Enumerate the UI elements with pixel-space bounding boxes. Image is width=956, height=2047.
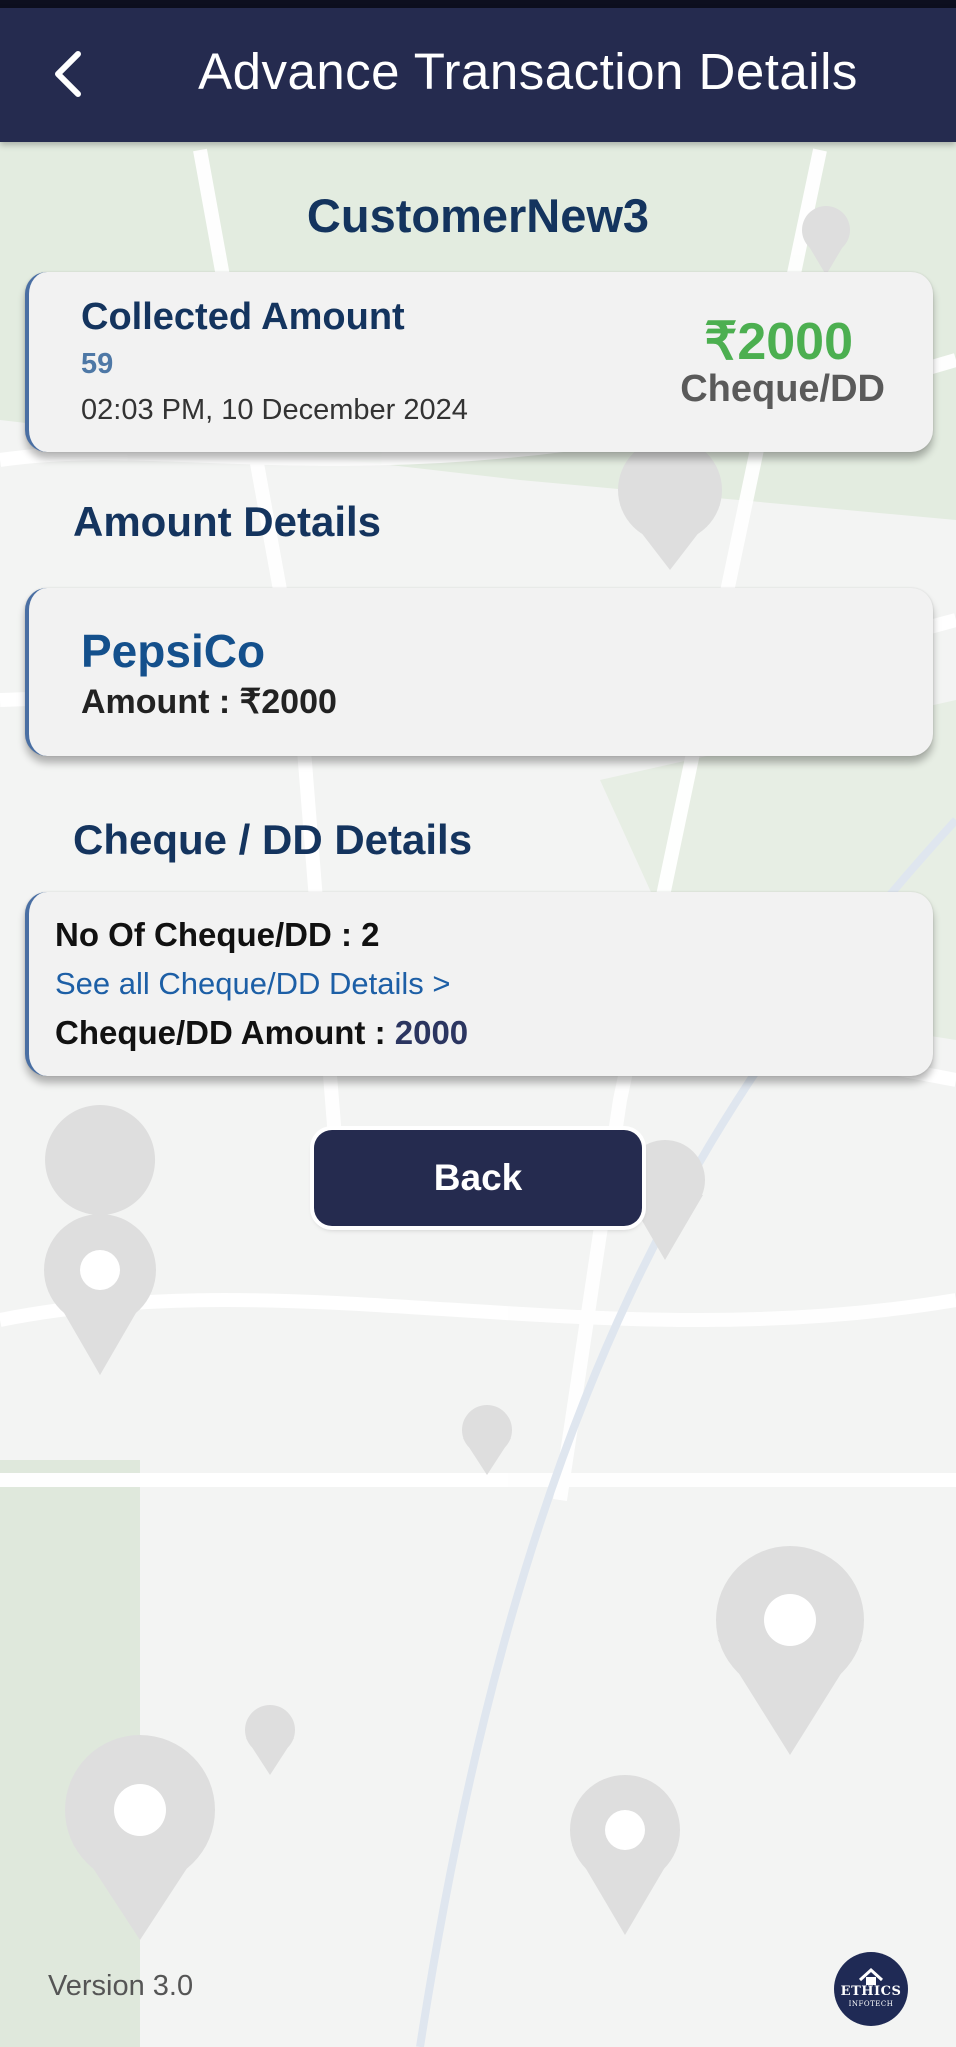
cheque-amount-value: 2000 bbox=[394, 1014, 469, 1051]
back-arrow-icon[interactable] bbox=[44, 46, 100, 102]
page-title: Advance Transaction Details bbox=[198, 43, 858, 100]
collected-amount-card: Collected Amount 59 02:03 PM, 10 Decembe… bbox=[25, 272, 933, 452]
back-button[interactable]: Back bbox=[314, 1130, 642, 1226]
collected-amount-value: ₹2000 bbox=[704, 313, 853, 371]
company-name: PepsiCo bbox=[81, 625, 266, 677]
cheque-count: No Of Cheque/DD : 2 bbox=[55, 916, 380, 953]
transaction-id: 59 bbox=[81, 348, 114, 380]
cheque-amount-row: Cheque/DD Amount : 2000 bbox=[55, 1014, 468, 1052]
version-label: Version 3.0 bbox=[48, 1970, 194, 2002]
ethics-logo: ETHICS INFOTECH bbox=[834, 1952, 908, 2026]
company-amount: Amount : ₹2000 bbox=[81, 683, 337, 721]
transaction-datetime: 02:03 PM, 10 December 2024 bbox=[81, 394, 468, 426]
collected-amount-title: Collected Amount bbox=[81, 296, 405, 338]
see-all-cheque-link[interactable]: See all Cheque/DD Details > bbox=[55, 966, 450, 1002]
payment-mode: Cheque/DD bbox=[680, 368, 885, 410]
cheque-details-heading: Cheque / DD Details bbox=[73, 816, 473, 863]
cheque-details-card: No Of Cheque/DD : 2 See all Cheque/DD De… bbox=[25, 892, 933, 1076]
cheque-amount-label: Cheque/DD Amount : bbox=[55, 1014, 395, 1051]
amount-details-heading: Amount Details bbox=[73, 498, 382, 545]
status-bar bbox=[0, 0, 956, 8]
logo-text: ETHICS bbox=[840, 1984, 902, 1999]
customer-name: CustomerNew3 bbox=[306, 189, 650, 242]
app-header: Advance Transaction Details bbox=[0, 8, 956, 142]
amount-details-card: PepsiCo Amount : ₹2000 bbox=[25, 588, 933, 756]
logo-subtext: INFOTECH bbox=[848, 2000, 894, 2008]
